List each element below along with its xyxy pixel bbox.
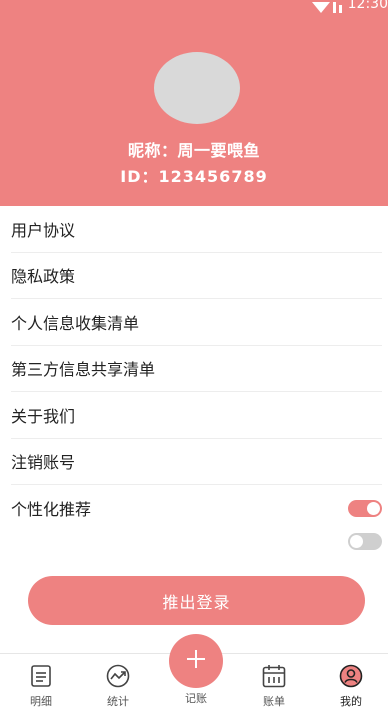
menu-item-label: 隐私政策: [11, 267, 76, 287]
user-id-label: ID：123456789: [120, 167, 268, 186]
menu-item-label: 注销账号: [11, 453, 76, 473]
user-icon: [339, 664, 363, 688]
tab-record-label[interactable]: 记账: [166, 690, 226, 706]
menu-item-delete-account[interactable]: 注销账号: [11, 439, 382, 485]
nickname-label: 昵称：周一要喂鱼: [127, 141, 260, 160]
toggle-row: [0, 525, 388, 559]
tab-details[interactable]: 明细: [11, 664, 71, 707]
logout-button[interactable]: 推出登录: [28, 576, 365, 625]
menu-item-third-party-sharing[interactable]: 第三方信息共享清单: [11, 346, 382, 392]
tab-label: 统计: [107, 695, 129, 707]
tab-bills[interactable]: 账单: [244, 664, 304, 707]
menu-item-label: 用户协议: [11, 220, 76, 240]
profile-header: 12:30 昵称：周一要喂鱼 ID：123456789: [0, 0, 388, 206]
menu-item-label: 第三方信息共享清单: [11, 360, 156, 380]
tab-mine[interactable]: 我的: [321, 664, 381, 707]
tab-statistics[interactable]: 统计: [88, 664, 148, 707]
personalized-recommendation-toggle[interactable]: [348, 499, 382, 517]
menu-item-label: 关于我们: [11, 406, 76, 426]
status-bar: 12:30: [268, 0, 388, 14]
chart-icon: [106, 664, 130, 688]
menu-item-user-agreement[interactable]: 用户协议: [11, 206, 382, 253]
settings-menu: 用户协议 隐私政策 个人信息收集清单 第三方信息共享清单 关于我们 注销账号 个…: [0, 206, 388, 532]
document-icon: [29, 664, 53, 688]
tab-label: 明细: [30, 695, 52, 707]
menu-item-personal-info-list[interactable]: 个人信息收集清单: [11, 299, 382, 346]
plus-icon: [185, 648, 207, 674]
secondary-toggle[interactable]: [348, 533, 382, 550]
signal-icon: [311, 1, 342, 13]
add-record-button[interactable]: [169, 634, 223, 688]
menu-item-label: 个性化推荐: [11, 500, 92, 520]
tab-label: 我的: [340, 695, 362, 707]
tab-label: 账单: [263, 695, 285, 707]
menu-item-label: 个人信息收集清单: [11, 313, 140, 333]
menu-item-about-us[interactable]: 关于我们: [11, 392, 382, 439]
toggle-knob: [350, 535, 363, 548]
status-time: 12:30: [347, 0, 388, 12]
calendar-icon: [262, 664, 286, 688]
toggle-knob: [367, 501, 380, 515]
menu-item-privacy-policy[interactable]: 隐私政策: [11, 253, 382, 299]
avatar[interactable]: [154, 52, 240, 124]
